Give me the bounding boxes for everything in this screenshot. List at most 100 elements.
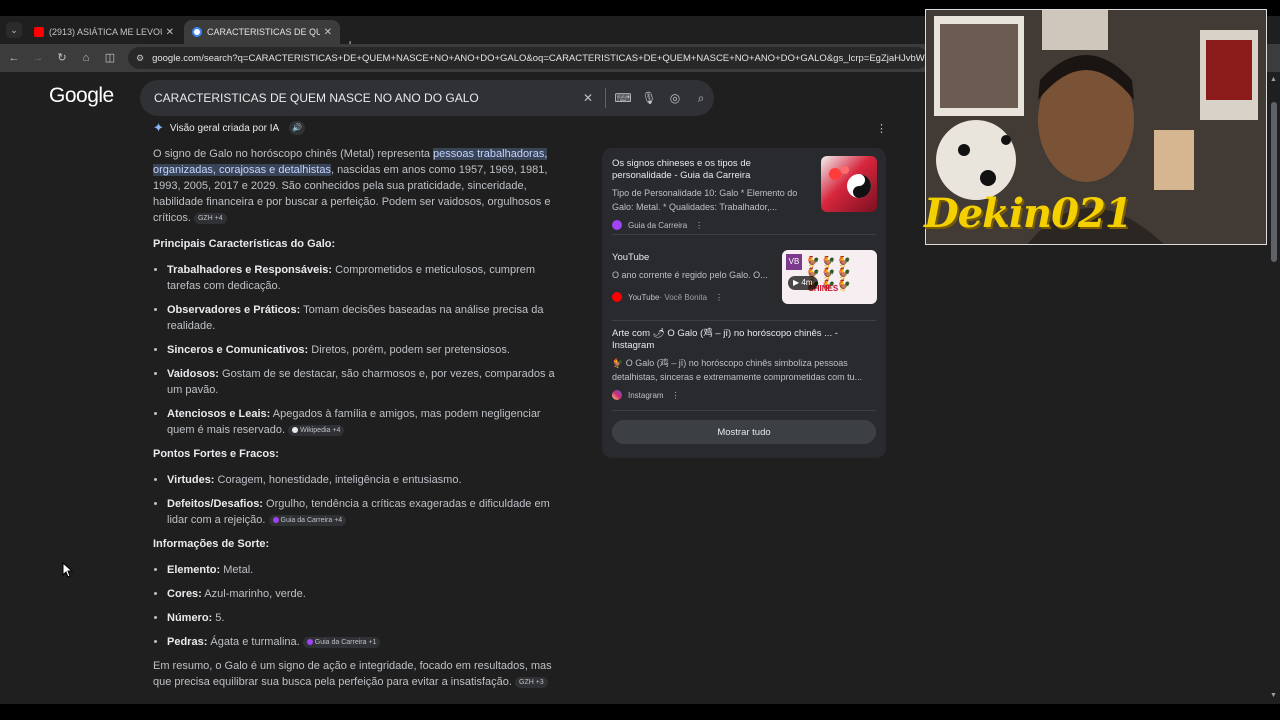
ai-intro: O signo de Galo no horóscopo chinês (Met… [153,146,571,226]
item-text: 5. [212,612,225,624]
clear-icon[interactable]: ✕ [575,91,601,105]
characteristics-list: Trabalhadores e Responsáveis: Comprometi… [153,262,571,438]
chip-label: GZH +3 [519,678,544,686]
close-tab-icon[interactable]: ✕ [166,27,174,38]
site-name: Instagram [628,390,664,400]
source-chip[interactable]: Guia da Carreira +1 [302,636,381,648]
address-bar[interactable]: ⚙ google.com/search?q=CARACTERISTICAS+DE… [128,47,928,69]
chip-label: Guia da Carreira +4 [280,516,343,524]
source-card-instagram[interactable]: Arte com 🌶 O Galo (鸡 – jī) no horóscopo … [612,328,876,400]
back-icon[interactable]: ← [6,50,22,66]
item-term: Observadores e Práticos: [167,304,301,316]
tab-google-search[interactable]: CARACTERISTICAS DE QUEM N ✕ [184,20,340,44]
tab-youtube[interactable]: (2913) ASIÁTICA ME LEVOU AO ✕ [26,20,182,44]
item-term: Atenciosos e Leais: [167,408,271,420]
item-text: Azul-marinho, verde. [201,588,306,600]
item-term: Elemento: [167,564,221,576]
microphone-icon[interactable]: 🎙 [636,91,662,105]
video-thumbnail[interactable]: VB 🐓🐓🐓 🐓🐓🐓 🐓🐓🐓 CHINES ▶ 4m [782,250,877,304]
channel-name: · Você Bonita [659,292,708,302]
source-chip[interactable]: GZH +3 [515,676,548,688]
list-item: Número: 5. [167,610,571,626]
list-item: Observadores e Práticos: Tomam decisões … [167,302,571,334]
reload-icon[interactable]: ↻ [54,50,70,66]
site-info-icon[interactable]: ⚙ [136,53,144,64]
list-item: Sinceros e Comunicativos: Diretos, porém… [167,342,571,358]
chip-label: GZH +4 [197,214,223,222]
lens-icon[interactable]: ◎ [662,91,688,105]
item-text: Diretos, porém, podem ser pretensiosos. [308,344,510,356]
tab-title: (2913) ASIÁTICA ME LEVOU AO [49,27,162,37]
duration-badge: ▶ 4m [788,276,818,290]
section-heading: Informações de Sorte: [153,538,270,550]
source-thumbnail[interactable] [821,156,877,212]
forward-icon[interactable]: → [30,50,46,66]
guia-carreira-icon [272,516,279,523]
wikipedia-icon [292,426,299,433]
item-text: Metal. [220,564,254,576]
chip-label: Guia da Carreira +1 [314,638,377,646]
youtube-icon [612,292,622,302]
search-input[interactable]: CARACTERISTICAS DE QUEM NASCE NO ANO DO … [140,80,714,116]
sources-panel: Os signos chineses e os tipos de persona… [602,148,886,458]
url-text: google.com/search?q=CARACTERISTICAS+DE+Q… [152,52,928,64]
intro-text: O signo de Galo no horóscopo chinês (Met… [153,148,434,160]
search-icon[interactable]: ⌕ [688,91,714,106]
source-site: Instagram ⋮ [612,390,876,400]
source-chip[interactable]: Wikipedia +4 [288,424,345,436]
source-title[interactable]: Arte com 🌶 O Galo (鸡 – jī) no horóscopo … [612,328,876,352]
list-item: Cores: Azul-marinho, verde. [167,586,571,602]
divider [612,410,876,411]
show-all-button[interactable]: Mostrar tudo [612,420,876,444]
source-snippet: 🐓 O Galo (鸡 – jī) no horóscopo chinês si… [612,358,863,382]
more-options-icon[interactable]: ⋮ [695,221,703,230]
guia-carreira-icon [306,638,313,645]
list-item: Virtudes: Coragem, honestidade, inteligê… [167,472,571,488]
scrollbar-thumb[interactable] [1271,102,1277,262]
close-tab-icon[interactable]: ✕ [324,27,332,38]
more-options-icon[interactable]: ⋮ [715,293,723,302]
item-term: Vaidosos: [167,368,219,380]
bottom-black-band [0,704,1280,720]
divider [612,320,876,321]
sparkle-icon: ✦ [153,120,164,135]
duration-text: 4m [801,278,813,287]
source-chip[interactable]: Guia da Carreira +4 [268,514,347,526]
item-term: Cores: [167,588,202,600]
yin-yang-icon [829,166,871,198]
listen-icon[interactable]: 🔊 [289,121,306,135]
google-favicon-icon [192,27,202,37]
item-term: Defeitos/Desafios: [167,498,263,510]
list-item: Vaidosos: Gostam de se destacar, são cha… [167,366,571,398]
more-options-icon[interactable]: ⋮ [876,122,887,135]
scroll-up-icon[interactable]: ▲ [1270,76,1277,83]
channel-badge: VB [786,254,802,270]
keyboard-icon[interactable]: ⌨ [610,91,636,105]
list-item: Defeitos/Desafios: Orgulho, tendência a … [167,496,571,528]
scrollbar[interactable]: ▲ ▼ [1268,72,1280,704]
split-view-icon[interactable]: ◫ [102,50,118,66]
home-icon[interactable]: ⌂ [78,50,94,66]
guia-carreira-icon [612,220,622,230]
ai-overview-label: Visão geral criada por IA [169,122,280,134]
chip-label: Wikipedia +4 [300,426,341,434]
item-term: Trabalhadores e Responsáveis: [167,264,333,276]
more-options-icon[interactable]: ⋮ [672,391,680,400]
source-title[interactable]: Os signos chineses e os tipos de persona… [612,158,812,182]
scroll-down-icon[interactable]: ▼ [1270,692,1277,699]
youtube-favicon-icon [34,27,44,37]
search-query[interactable]: CARACTERISTICAS DE QUEM NASCE NO ANO DO … [154,91,575,105]
google-logo[interactable]: Google [49,84,114,108]
tab-search-icon[interactable]: ⌄ [6,22,22,38]
ai-overview-header: ✦ Visão geral criada por IA 🔊 [153,120,306,136]
source-site: Guia da Carreira ⋮ [612,220,876,230]
source-chip[interactable]: GZH +4 [193,212,227,224]
site-name: Guia da Carreira [628,220,688,230]
list-item: Pedras: Ágata e turmalina. Guia da Carre… [167,634,571,650]
item-text: Gostam de se destacar, são charmosos e, … [167,368,555,396]
tab-title: CARACTERISTICAS DE QUEM N [207,27,320,37]
list-item: Atenciosos e Leais: Apegados à família e… [167,406,571,438]
item-term: Número: [167,612,213,624]
summary-text: Em resumo, o Galo é um signo de ação e i… [153,660,552,688]
item-term: Sinceros e Comunicativos: [167,344,309,356]
